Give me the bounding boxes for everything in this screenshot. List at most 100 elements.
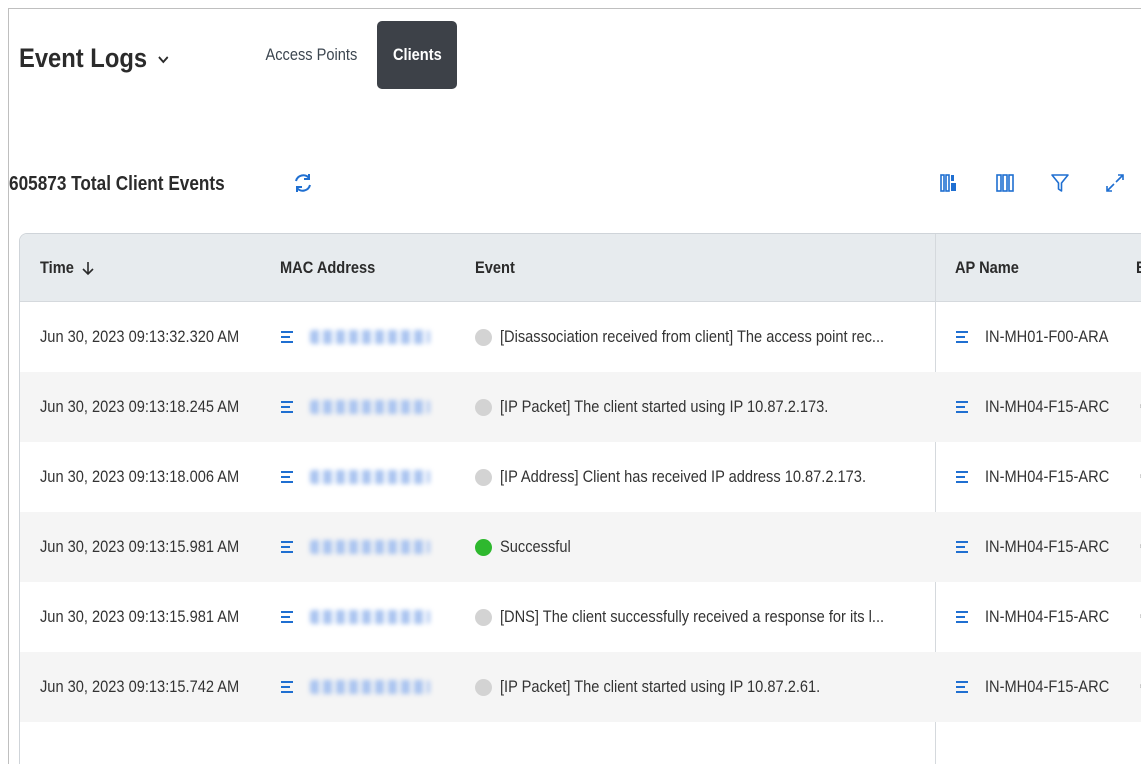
ap-name-link[interactable]: IN-MH04-F15-ARC xyxy=(985,607,1109,627)
mac-address-redacted[interactable] xyxy=(310,610,430,624)
ap-name-link[interactable]: IN-MH04-F15-ARC xyxy=(985,677,1109,697)
details-list-icon[interactable] xyxy=(955,400,971,414)
details-list-icon[interactable] xyxy=(280,680,296,694)
cell-mac xyxy=(280,582,460,652)
event-text: [IP Packet] The client started using IP … xyxy=(500,677,821,696)
event-text: [IP Address] Client has received IP addr… xyxy=(500,467,867,486)
event-text: Successful xyxy=(500,537,571,556)
time-text: Jun 30, 2023 09:13:18.245 AM xyxy=(40,397,240,416)
details-list-icon[interactable] xyxy=(955,680,971,694)
mac-address-redacted[interactable] xyxy=(310,330,430,344)
details-list-icon[interactable] xyxy=(280,610,296,624)
time-text: Jun 30, 2023 09:13:32.320 AM xyxy=(40,327,240,346)
time-text: Jun 30, 2023 09:13:15.981 AM xyxy=(40,607,240,626)
cell-time: Jun 30, 2023 09:13:15.981 AM xyxy=(40,512,280,582)
table-row[interactable]: Jun 30, 2023 09:13:15.981 AM [DNS] The c… xyxy=(20,582,1141,652)
cell-ap-name: IN-MH04-F15-ARC xyxy=(955,582,1130,652)
cell-time: Jun 30, 2023 09:13:18.006 AM xyxy=(40,442,280,512)
status-dot-icon xyxy=(475,538,492,556)
cell-mac xyxy=(280,442,460,512)
event-text: [IP Packet] The client started using IP … xyxy=(500,397,829,416)
table-row[interactable]: Jun 30, 2023 09:13:15.742 AM [IP Packet]… xyxy=(20,652,1141,722)
column-header-extra[interactable]: E xyxy=(1136,234,1141,302)
mac-address-redacted[interactable] xyxy=(310,400,430,414)
total-events-count: 605873 Total Client Events xyxy=(9,173,225,195)
column-header-event[interactable]: Event xyxy=(475,234,521,302)
details-list-icon[interactable] xyxy=(955,610,971,624)
status-dot-icon xyxy=(475,398,492,416)
status-dot-icon xyxy=(475,328,492,346)
column-header-event-label: Event xyxy=(475,258,515,277)
ap-name-link[interactable]: IN-MH04-F15-ARC xyxy=(985,397,1109,417)
client-events-table: Time MAC Address Event AP Name E Jun 30,… xyxy=(19,233,1141,764)
tab-access-points[interactable]: Access Points xyxy=(255,21,367,89)
status-dot-icon xyxy=(475,678,492,696)
cell-event: [DNS] The client successfully received a… xyxy=(475,582,930,652)
expand-icon[interactable] xyxy=(1099,167,1131,199)
cell-mac xyxy=(280,652,460,722)
chevron-down-icon xyxy=(157,55,168,63)
cell-time: Jun 30, 2023 09:13:18.245 AM xyxy=(40,372,280,442)
cell-ap-name: IN-MH04-F15-ARC xyxy=(955,442,1130,512)
cell-event: [Disassociation received from client] Th… xyxy=(475,302,930,372)
cell-mac xyxy=(280,372,460,442)
column-header-mac-label: MAC Address xyxy=(280,258,376,277)
details-list-icon[interactable] xyxy=(280,540,296,554)
tab-access-points-label: Access Points xyxy=(265,45,357,64)
sort-descending-icon xyxy=(82,262,94,276)
page-title: Event Logs xyxy=(19,43,148,73)
cell-event: Successful xyxy=(475,512,930,582)
columns-icon[interactable] xyxy=(989,167,1021,199)
mac-address-redacted[interactable] xyxy=(310,540,430,554)
table-body: Jun 30, 2023 09:13:32.320 AM [Disassocia… xyxy=(20,302,1141,722)
cell-mac xyxy=(280,512,460,582)
cell-event: [IP Packet] The client started using IP … xyxy=(475,372,930,442)
details-list-icon[interactable] xyxy=(280,470,296,484)
mac-address-redacted[interactable] xyxy=(310,680,430,694)
cell-mac xyxy=(280,302,460,372)
event-text: [Disassociation received from client] Th… xyxy=(500,327,885,346)
tab-clients-label: Clients xyxy=(392,45,442,64)
cell-ap-name: IN-MH04-F15-ARC xyxy=(955,372,1130,442)
column-header-ap-name-label: AP Name xyxy=(955,258,1019,277)
details-list-icon[interactable] xyxy=(280,400,296,414)
cell-event: [IP Packet] The client started using IP … xyxy=(475,652,930,722)
column-header-extra-label: E xyxy=(1136,258,1141,278)
cell-ap-name: IN-MH04-F15-ARC xyxy=(955,512,1130,582)
event-logs-page: Event Logs Access Points Clients 605873 … xyxy=(8,8,1141,764)
ap-name-link[interactable]: IN-MH04-F15-ARC xyxy=(985,467,1109,487)
column-settings-icon[interactable] xyxy=(933,167,965,199)
column-header-time[interactable]: Time xyxy=(40,234,95,302)
details-list-icon[interactable] xyxy=(955,540,971,554)
time-text: Jun 30, 2023 09:13:15.981 AM xyxy=(40,537,240,556)
column-header-time-label: Time xyxy=(40,258,74,277)
table-row[interactable]: Jun 30, 2023 09:13:32.320 AM [Disassocia… xyxy=(20,302,1141,372)
status-dot-icon xyxy=(475,468,492,486)
column-header-ap-name[interactable]: AP Name xyxy=(955,234,1029,302)
details-list-icon[interactable] xyxy=(955,470,971,484)
page-header: Event Logs Access Points Clients xyxy=(9,9,1141,99)
details-list-icon[interactable] xyxy=(280,330,296,344)
table-toolbar: 605873 Total Client Events xyxy=(9,159,1141,209)
status-dot-icon xyxy=(475,608,492,626)
cell-time: Jun 30, 2023 09:13:15.981 AM xyxy=(40,582,280,652)
filter-icon[interactable] xyxy=(1044,167,1076,199)
cell-ap-name: IN-MH01-F00-ARA xyxy=(955,302,1130,372)
cell-event: [IP Address] Client has received IP addr… xyxy=(475,442,930,512)
ap-name-link[interactable]: IN-MH01-F00-ARA xyxy=(985,327,1108,347)
page-title-dropdown[interactable]: Event Logs xyxy=(19,43,170,74)
time-text: Jun 30, 2023 09:13:15.742 AM xyxy=(40,677,240,696)
mac-address-redacted[interactable] xyxy=(310,470,430,484)
time-text: Jun 30, 2023 09:13:18.006 AM xyxy=(40,467,240,486)
event-text: [DNS] The client successfully received a… xyxy=(500,607,885,626)
table-row[interactable]: Jun 30, 2023 09:13:18.245 AM [IP Packet]… xyxy=(20,372,1141,442)
details-list-icon[interactable] xyxy=(955,330,971,344)
table-row[interactable]: Jun 30, 2023 09:13:15.981 AM Successful … xyxy=(20,512,1141,582)
ap-name-link[interactable]: IN-MH04-F15-ARC xyxy=(985,537,1109,557)
refresh-icon[interactable] xyxy=(287,167,319,199)
column-header-mac[interactable]: MAC Address xyxy=(280,234,391,302)
cell-ap-name: IN-MH04-F15-ARC xyxy=(955,652,1130,722)
cell-time: Jun 30, 2023 09:13:32.320 AM xyxy=(40,302,280,372)
table-row[interactable]: Jun 30, 2023 09:13:18.006 AM [IP Address… xyxy=(20,442,1141,512)
tab-clients[interactable]: Clients xyxy=(377,21,457,89)
